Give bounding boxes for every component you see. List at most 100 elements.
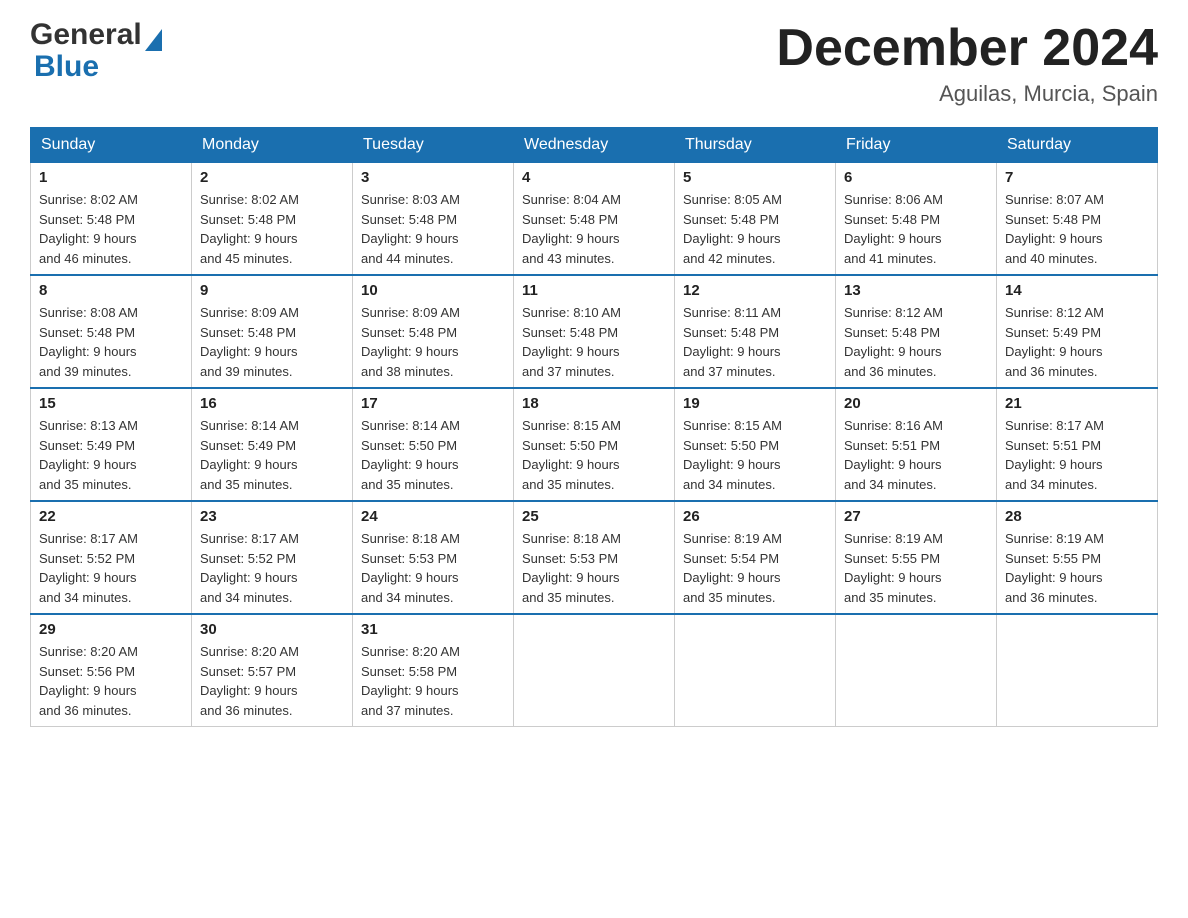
calendar-cell: 2 Sunrise: 8:02 AMSunset: 5:48 PMDayligh…: [192, 163, 353, 276]
calendar-header-row: Sunday Monday Tuesday Wednesday Thursday…: [31, 128, 1158, 163]
day-number: 7: [1005, 169, 1149, 186]
day-info: Sunrise: 8:13 AMSunset: 5:49 PMDaylight:…: [39, 418, 138, 492]
calendar-week-1: 1 Sunrise: 8:02 AMSunset: 5:48 PMDayligh…: [31, 163, 1158, 276]
day-info: Sunrise: 8:06 AMSunset: 5:48 PMDaylight:…: [844, 192, 943, 266]
calendar-cell: 19 Sunrise: 8:15 AMSunset: 5:50 PMDaylig…: [675, 388, 836, 501]
day-number: 12: [683, 282, 827, 299]
calendar-cell: [514, 614, 675, 727]
calendar-cell: 26 Sunrise: 8:19 AMSunset: 5:54 PMDaylig…: [675, 501, 836, 614]
day-info: Sunrise: 8:04 AMSunset: 5:48 PMDaylight:…: [522, 192, 621, 266]
logo-arrow-icon: [145, 29, 162, 51]
day-number: 10: [361, 282, 505, 299]
day-number: 14: [1005, 282, 1149, 299]
day-number: 24: [361, 508, 505, 525]
day-info: Sunrise: 8:14 AMSunset: 5:49 PMDaylight:…: [200, 418, 299, 492]
calendar-cell: [997, 614, 1158, 727]
calendar-cell: 7 Sunrise: 8:07 AMSunset: 5:48 PMDayligh…: [997, 163, 1158, 276]
day-number: 16: [200, 395, 344, 412]
calendar-cell: 1 Sunrise: 8:02 AMSunset: 5:48 PMDayligh…: [31, 163, 192, 276]
col-sunday: Sunday: [31, 128, 192, 163]
calendar-cell: 11 Sunrise: 8:10 AMSunset: 5:48 PMDaylig…: [514, 275, 675, 388]
day-number: 22: [39, 508, 183, 525]
calendar-cell: [675, 614, 836, 727]
page-header: General Blue December 2024 Aguilas, Murc…: [30, 20, 1158, 107]
calendar-cell: 24 Sunrise: 8:18 AMSunset: 5:53 PMDaylig…: [353, 501, 514, 614]
calendar-cell: 10 Sunrise: 8:09 AMSunset: 5:48 PMDaylig…: [353, 275, 514, 388]
calendar-cell: 30 Sunrise: 8:20 AMSunset: 5:57 PMDaylig…: [192, 614, 353, 727]
calendar-cell: 17 Sunrise: 8:14 AMSunset: 5:50 PMDaylig…: [353, 388, 514, 501]
calendar-cell: 27 Sunrise: 8:19 AMSunset: 5:55 PMDaylig…: [836, 501, 997, 614]
day-info: Sunrise: 8:09 AMSunset: 5:48 PMDaylight:…: [200, 305, 299, 379]
day-number: 29: [39, 621, 183, 638]
day-number: 13: [844, 282, 988, 299]
day-number: 15: [39, 395, 183, 412]
day-number: 26: [683, 508, 827, 525]
calendar-cell: 12 Sunrise: 8:11 AMSunset: 5:48 PMDaylig…: [675, 275, 836, 388]
day-number: 6: [844, 169, 988, 186]
calendar-cell: 6 Sunrise: 8:06 AMSunset: 5:48 PMDayligh…: [836, 163, 997, 276]
day-number: 11: [522, 282, 666, 299]
day-info: Sunrise: 8:12 AMSunset: 5:48 PMDaylight:…: [844, 305, 943, 379]
calendar-week-3: 15 Sunrise: 8:13 AMSunset: 5:49 PMDaylig…: [31, 388, 1158, 501]
day-number: 17: [361, 395, 505, 412]
calendar-cell: 9 Sunrise: 8:09 AMSunset: 5:48 PMDayligh…: [192, 275, 353, 388]
calendar-cell: [836, 614, 997, 727]
day-info: Sunrise: 8:12 AMSunset: 5:49 PMDaylight:…: [1005, 305, 1104, 379]
day-number: 1: [39, 169, 183, 186]
day-info: Sunrise: 8:14 AMSunset: 5:50 PMDaylight:…: [361, 418, 460, 492]
day-info: Sunrise: 8:15 AMSunset: 5:50 PMDaylight:…: [683, 418, 782, 492]
day-info: Sunrise: 8:07 AMSunset: 5:48 PMDaylight:…: [1005, 192, 1104, 266]
day-info: Sunrise: 8:16 AMSunset: 5:51 PMDaylight:…: [844, 418, 943, 492]
day-info: Sunrise: 8:18 AMSunset: 5:53 PMDaylight:…: [522, 531, 621, 605]
day-info: Sunrise: 8:17 AMSunset: 5:52 PMDaylight:…: [200, 531, 299, 605]
day-number: 8: [39, 282, 183, 299]
day-number: 2: [200, 169, 344, 186]
col-tuesday: Tuesday: [353, 128, 514, 163]
day-info: Sunrise: 8:02 AMSunset: 5:48 PMDaylight:…: [200, 192, 299, 266]
location-subtitle: Aguilas, Murcia, Spain: [776, 81, 1158, 107]
day-number: 21: [1005, 395, 1149, 412]
day-number: 20: [844, 395, 988, 412]
calendar-cell: 23 Sunrise: 8:17 AMSunset: 5:52 PMDaylig…: [192, 501, 353, 614]
month-title: December 2024: [776, 20, 1158, 77]
calendar-cell: 13 Sunrise: 8:12 AMSunset: 5:48 PMDaylig…: [836, 275, 997, 388]
calendar-week-4: 22 Sunrise: 8:17 AMSunset: 5:52 PMDaylig…: [31, 501, 1158, 614]
calendar-cell: 29 Sunrise: 8:20 AMSunset: 5:56 PMDaylig…: [31, 614, 192, 727]
day-info: Sunrise: 8:10 AMSunset: 5:48 PMDaylight:…: [522, 305, 621, 379]
day-info: Sunrise: 8:11 AMSunset: 5:48 PMDaylight:…: [683, 305, 781, 379]
calendar-cell: 18 Sunrise: 8:15 AMSunset: 5:50 PMDaylig…: [514, 388, 675, 501]
calendar-cell: 5 Sunrise: 8:05 AMSunset: 5:48 PMDayligh…: [675, 163, 836, 276]
logo: General Blue: [30, 20, 162, 84]
day-number: 25: [522, 508, 666, 525]
day-number: 19: [683, 395, 827, 412]
day-info: Sunrise: 8:20 AMSunset: 5:58 PMDaylight:…: [361, 644, 460, 718]
calendar-cell: 31 Sunrise: 8:20 AMSunset: 5:58 PMDaylig…: [353, 614, 514, 727]
calendar-cell: 8 Sunrise: 8:08 AMSunset: 5:48 PMDayligh…: [31, 275, 192, 388]
day-info: Sunrise: 8:03 AMSunset: 5:48 PMDaylight:…: [361, 192, 460, 266]
calendar-table: Sunday Monday Tuesday Wednesday Thursday…: [30, 127, 1158, 727]
day-info: Sunrise: 8:19 AMSunset: 5:55 PMDaylight:…: [1005, 531, 1104, 605]
calendar-week-2: 8 Sunrise: 8:08 AMSunset: 5:48 PMDayligh…: [31, 275, 1158, 388]
calendar-cell: 21 Sunrise: 8:17 AMSunset: 5:51 PMDaylig…: [997, 388, 1158, 501]
day-info: Sunrise: 8:20 AMSunset: 5:57 PMDaylight:…: [200, 644, 299, 718]
day-number: 3: [361, 169, 505, 186]
calendar-cell: 4 Sunrise: 8:04 AMSunset: 5:48 PMDayligh…: [514, 163, 675, 276]
calendar-cell: 28 Sunrise: 8:19 AMSunset: 5:55 PMDaylig…: [997, 501, 1158, 614]
day-info: Sunrise: 8:15 AMSunset: 5:50 PMDaylight:…: [522, 418, 621, 492]
day-info: Sunrise: 8:17 AMSunset: 5:52 PMDaylight:…: [39, 531, 138, 605]
day-number: 18: [522, 395, 666, 412]
day-info: Sunrise: 8:05 AMSunset: 5:48 PMDaylight:…: [683, 192, 782, 266]
day-info: Sunrise: 8:19 AMSunset: 5:55 PMDaylight:…: [844, 531, 943, 605]
day-number: 5: [683, 169, 827, 186]
logo-blue-text: Blue: [34, 50, 99, 84]
day-number: 31: [361, 621, 505, 638]
day-info: Sunrise: 8:17 AMSunset: 5:51 PMDaylight:…: [1005, 418, 1104, 492]
day-number: 9: [200, 282, 344, 299]
day-number: 4: [522, 169, 666, 186]
title-area: December 2024 Aguilas, Murcia, Spain: [776, 20, 1158, 107]
calendar-cell: 3 Sunrise: 8:03 AMSunset: 5:48 PMDayligh…: [353, 163, 514, 276]
day-number: 23: [200, 508, 344, 525]
calendar-cell: 22 Sunrise: 8:17 AMSunset: 5:52 PMDaylig…: [31, 501, 192, 614]
calendar-week-5: 29 Sunrise: 8:20 AMSunset: 5:56 PMDaylig…: [31, 614, 1158, 727]
col-monday: Monday: [192, 128, 353, 163]
